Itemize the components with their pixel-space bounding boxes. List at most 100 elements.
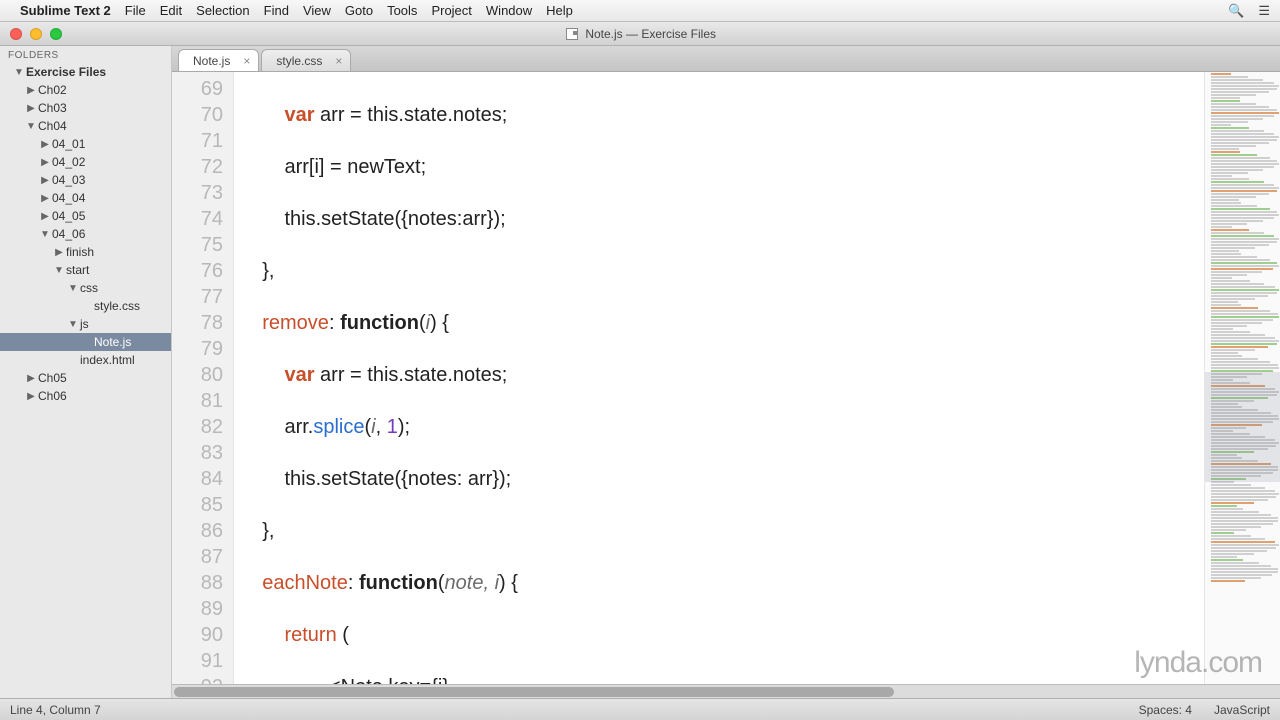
disclosure-arrow-icon[interactable]: ▼ <box>26 121 36 132</box>
line-number: 85 <box>176 492 223 518</box>
folder-item[interactable]: ▶04_04 <box>0 189 171 207</box>
disclosure-arrow-icon[interactable]: ▶ <box>40 211 50 222</box>
disclosure-arrow-icon[interactable]: ▶ <box>40 157 50 168</box>
folder-item[interactable]: ▼start▼cssstyle.css▼jsNote.jsindex.html <box>0 261 171 369</box>
file-item[interactable]: index.html <box>0 351 171 369</box>
line-number: 71 <box>176 128 223 154</box>
sidebar: FOLDERS ▼Exercise Files▶Ch02▶Ch03▼Ch04▶0… <box>0 46 172 698</box>
tree-item-label: 04_04 <box>50 191 85 205</box>
file-item[interactable]: style.css <box>0 297 171 315</box>
menu-tools[interactable]: Tools <box>387 3 417 18</box>
code-line: this.setState({notes: arr}); <box>240 468 511 490</box>
tree-item-label: style.css <box>92 299 140 313</box>
menubar-app-name[interactable]: Sublime Text 2 <box>20 3 111 18</box>
line-number: 84 <box>176 466 223 492</box>
tree-item-label: Note.js <box>92 335 131 349</box>
tree-item-label: 04_01 <box>50 137 85 151</box>
folder-item[interactable]: ▼Ch04▶04_01▶04_02▶04_03▶04_04▶04_05▼04_0… <box>0 117 171 369</box>
status-indent[interactable]: Spaces: 4 <box>1139 703 1192 717</box>
tab-note-js[interactable]: Note.js × <box>178 49 259 71</box>
disclosure-arrow-icon[interactable]: ▶ <box>40 175 50 186</box>
folder-item[interactable]: ▼jsNote.js <box>0 315 171 351</box>
disclosure-arrow-icon[interactable]: ▶ <box>40 139 50 150</box>
code-line: var arr = this.state.notes; <box>240 104 507 126</box>
tree-item-label: Ch06 <box>36 389 67 403</box>
folder-item[interactable]: ▼cssstyle.css <box>0 279 171 315</box>
line-number: 82 <box>176 414 223 440</box>
disclosure-arrow-icon[interactable]: ▶ <box>54 247 64 258</box>
tree-item-label: start <box>64 263 89 277</box>
window-titlebar: Note.js — Exercise Files <box>0 22 1280 46</box>
scrollbar-thumb[interactable] <box>174 687 894 697</box>
menu-find[interactable]: Find <box>264 3 289 18</box>
menu-project[interactable]: Project <box>431 3 471 18</box>
disclosure-arrow-icon[interactable]: ▼ <box>68 283 78 294</box>
folder-tree[interactable]: ▼Exercise Files▶Ch02▶Ch03▼Ch04▶04_01▶04_… <box>0 63 171 405</box>
menu-edit[interactable]: Edit <box>160 3 182 18</box>
code-line: }, <box>240 260 274 282</box>
file-item[interactable]: Note.js <box>0 333 171 351</box>
code-line: var arr = this.state.notes; <box>240 364 507 386</box>
folder-item[interactable]: ▶Ch05 <box>0 369 171 387</box>
line-number: 88 <box>176 570 223 596</box>
menu-window[interactable]: Window <box>486 3 532 18</box>
minimap[interactable] <box>1204 72 1280 684</box>
folder-item[interactable]: ▶04_03 <box>0 171 171 189</box>
menu-goto[interactable]: Goto <box>345 3 373 18</box>
line-number: 87 <box>176 544 223 570</box>
status-bar: Line 4, Column 7 Spaces: 4 JavaScript <box>0 698 1280 720</box>
window-zoom-button[interactable] <box>50 28 62 40</box>
folder-item-root[interactable]: ▼Exercise Files▶Ch02▶Ch03▼Ch04▶04_01▶04_… <box>0 63 171 405</box>
disclosure-arrow-icon[interactable]: ▼ <box>68 319 78 330</box>
line-number: 77 <box>176 284 223 310</box>
folder-item[interactable]: ▶finish <box>0 243 171 261</box>
line-number: 76 <box>176 258 223 284</box>
spotlight-icon[interactable]: 🔍 <box>1228 3 1244 19</box>
disclosure-arrow-icon[interactable]: ▼ <box>40 229 50 240</box>
menu-selection[interactable]: Selection <box>196 3 249 18</box>
line-number: 69 <box>176 76 223 102</box>
code-line: arr[i] = newText; <box>240 156 426 178</box>
line-number: 78 <box>176 310 223 336</box>
disclosure-arrow-icon[interactable]: ▶ <box>26 391 36 402</box>
sidebar-header: FOLDERS <box>0 46 171 63</box>
folder-item[interactable]: ▶04_02 <box>0 153 171 171</box>
tree-item-label: js <box>78 317 89 331</box>
tab-style-css[interactable]: style.css × <box>261 49 351 71</box>
folder-item[interactable]: ▶04_01 <box>0 135 171 153</box>
folder-item[interactable]: ▶Ch02 <box>0 81 171 99</box>
folder-item[interactable]: ▼04_06▶finish▼start▼cssstyle.css▼jsNote.… <box>0 225 171 369</box>
window-close-button[interactable] <box>10 28 22 40</box>
close-icon[interactable]: × <box>243 54 250 68</box>
menu-list-icon[interactable]: ☰ <box>1258 3 1270 19</box>
folder-item[interactable]: ▶04_05 <box>0 207 171 225</box>
status-syntax[interactable]: JavaScript <box>1214 703 1270 717</box>
line-number: 89 <box>176 596 223 622</box>
line-number: 90 <box>176 622 223 648</box>
tabstrip: Note.js × style.css × <box>172 46 1280 72</box>
minimap-viewport[interactable] <box>1205 372 1280 482</box>
status-line-col[interactable]: Line 4, Column 7 <box>10 703 101 717</box>
disclosure-arrow-icon[interactable]: ▶ <box>26 373 36 384</box>
disclosure-arrow-icon[interactable]: ▶ <box>26 103 36 114</box>
line-number: 91 <box>176 648 223 674</box>
menu-view[interactable]: View <box>303 3 331 18</box>
disclosure-arrow-icon[interactable]: ▶ <box>26 85 36 96</box>
close-icon[interactable]: × <box>335 54 342 68</box>
horizontal-scrollbar[interactable] <box>172 684 1280 698</box>
menu-help[interactable]: Help <box>546 3 573 18</box>
code-line: <Note key={i} <box>240 676 449 684</box>
tree-item-label: 04_03 <box>50 173 85 187</box>
disclosure-arrow-icon[interactable]: ▼ <box>14 67 24 78</box>
tab-label: style.css <box>276 54 322 68</box>
tree-item-label: 04_02 <box>50 155 85 169</box>
folder-item[interactable]: ▶Ch03 <box>0 99 171 117</box>
disclosure-arrow-icon[interactable]: ▶ <box>40 193 50 204</box>
menu-file[interactable]: File <box>125 3 146 18</box>
disclosure-arrow-icon[interactable]: ▼ <box>54 265 64 276</box>
line-number: 72 <box>176 154 223 180</box>
line-number: 86 <box>176 518 223 544</box>
window-minimize-button[interactable] <box>30 28 42 40</box>
folder-item[interactable]: ▶Ch06 <box>0 387 171 405</box>
code-area[interactable]: var arr = this.state.notes; arr[i] = new… <box>234 72 1204 684</box>
